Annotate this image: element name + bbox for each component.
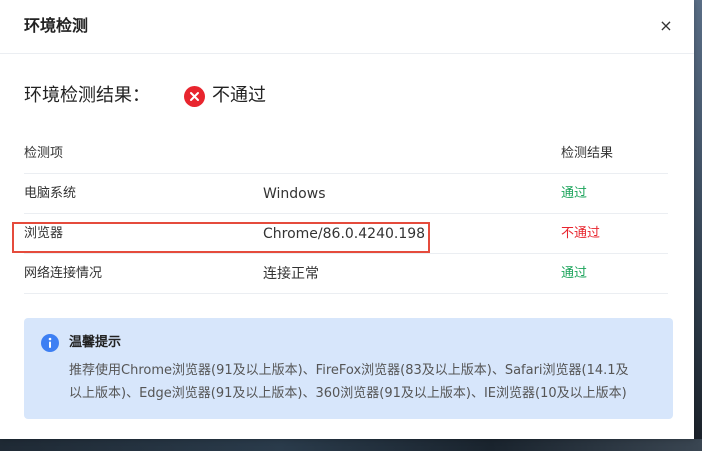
fail-x-icon — [184, 85, 205, 107]
overall-result: 环境检测结果： 不通过 — [24, 83, 266, 109]
background-strip — [0, 439, 702, 451]
check-status: 通过 — [561, 266, 588, 281]
environment-check-dialog: 环境检测 × 环境检测结果： 不通过 检测项 检测结果 电脑系统 Windows… — [0, 0, 694, 439]
result-label: 环境检测结果： — [24, 85, 150, 106]
table-row: 网络连接情况 连接正常 通过 — [24, 254, 668, 294]
check-detail: 连接正常 — [263, 266, 319, 282]
check-item: 网络连接情况 — [24, 266, 103, 281]
dialog-title: 环境检测 — [24, 16, 89, 35]
tip-panel: 温馨提示 推荐使用Chrome浏览器(91及以上版本)、FireFox浏览器(8… — [24, 318, 673, 419]
table-row: 电脑系统 Windows 通过 — [24, 174, 668, 214]
result-value: 不通过 — [212, 85, 266, 106]
check-detail: Windows — [263, 186, 326, 202]
header-check-result: 检测结果 — [561, 146, 614, 161]
table-header-row: 检测项 检测结果 — [24, 134, 668, 174]
check-status: 不通过 — [561, 226, 601, 241]
dialog-header: 环境检测 × — [0, 0, 694, 54]
check-table: 检测项 检测结果 电脑系统 Windows 通过 浏览器 Chrome/86.0… — [24, 134, 668, 294]
close-icon[interactable]: × — [658, 16, 674, 36]
tip-body: 推荐使用Chrome浏览器(91及以上版本)、FireFox浏览器(83及以上版… — [69, 359, 663, 405]
tip-title: 温馨提示 — [69, 335, 122, 350]
tip-body-line: 推荐使用Chrome浏览器(91及以上版本)、FireFox浏览器(83及以上版… — [69, 363, 629, 378]
check-item: 电脑系统 — [24, 186, 77, 201]
header-check-item: 检测项 — [24, 146, 64, 161]
info-icon — [41, 334, 59, 352]
check-status: 通过 — [561, 186, 588, 201]
browser-row-highlight — [12, 222, 430, 253]
tip-body-line: 以上版本)、Edge浏览器(91及以上版本)、360浏览器(91及以上版本)、I… — [69, 386, 627, 401]
